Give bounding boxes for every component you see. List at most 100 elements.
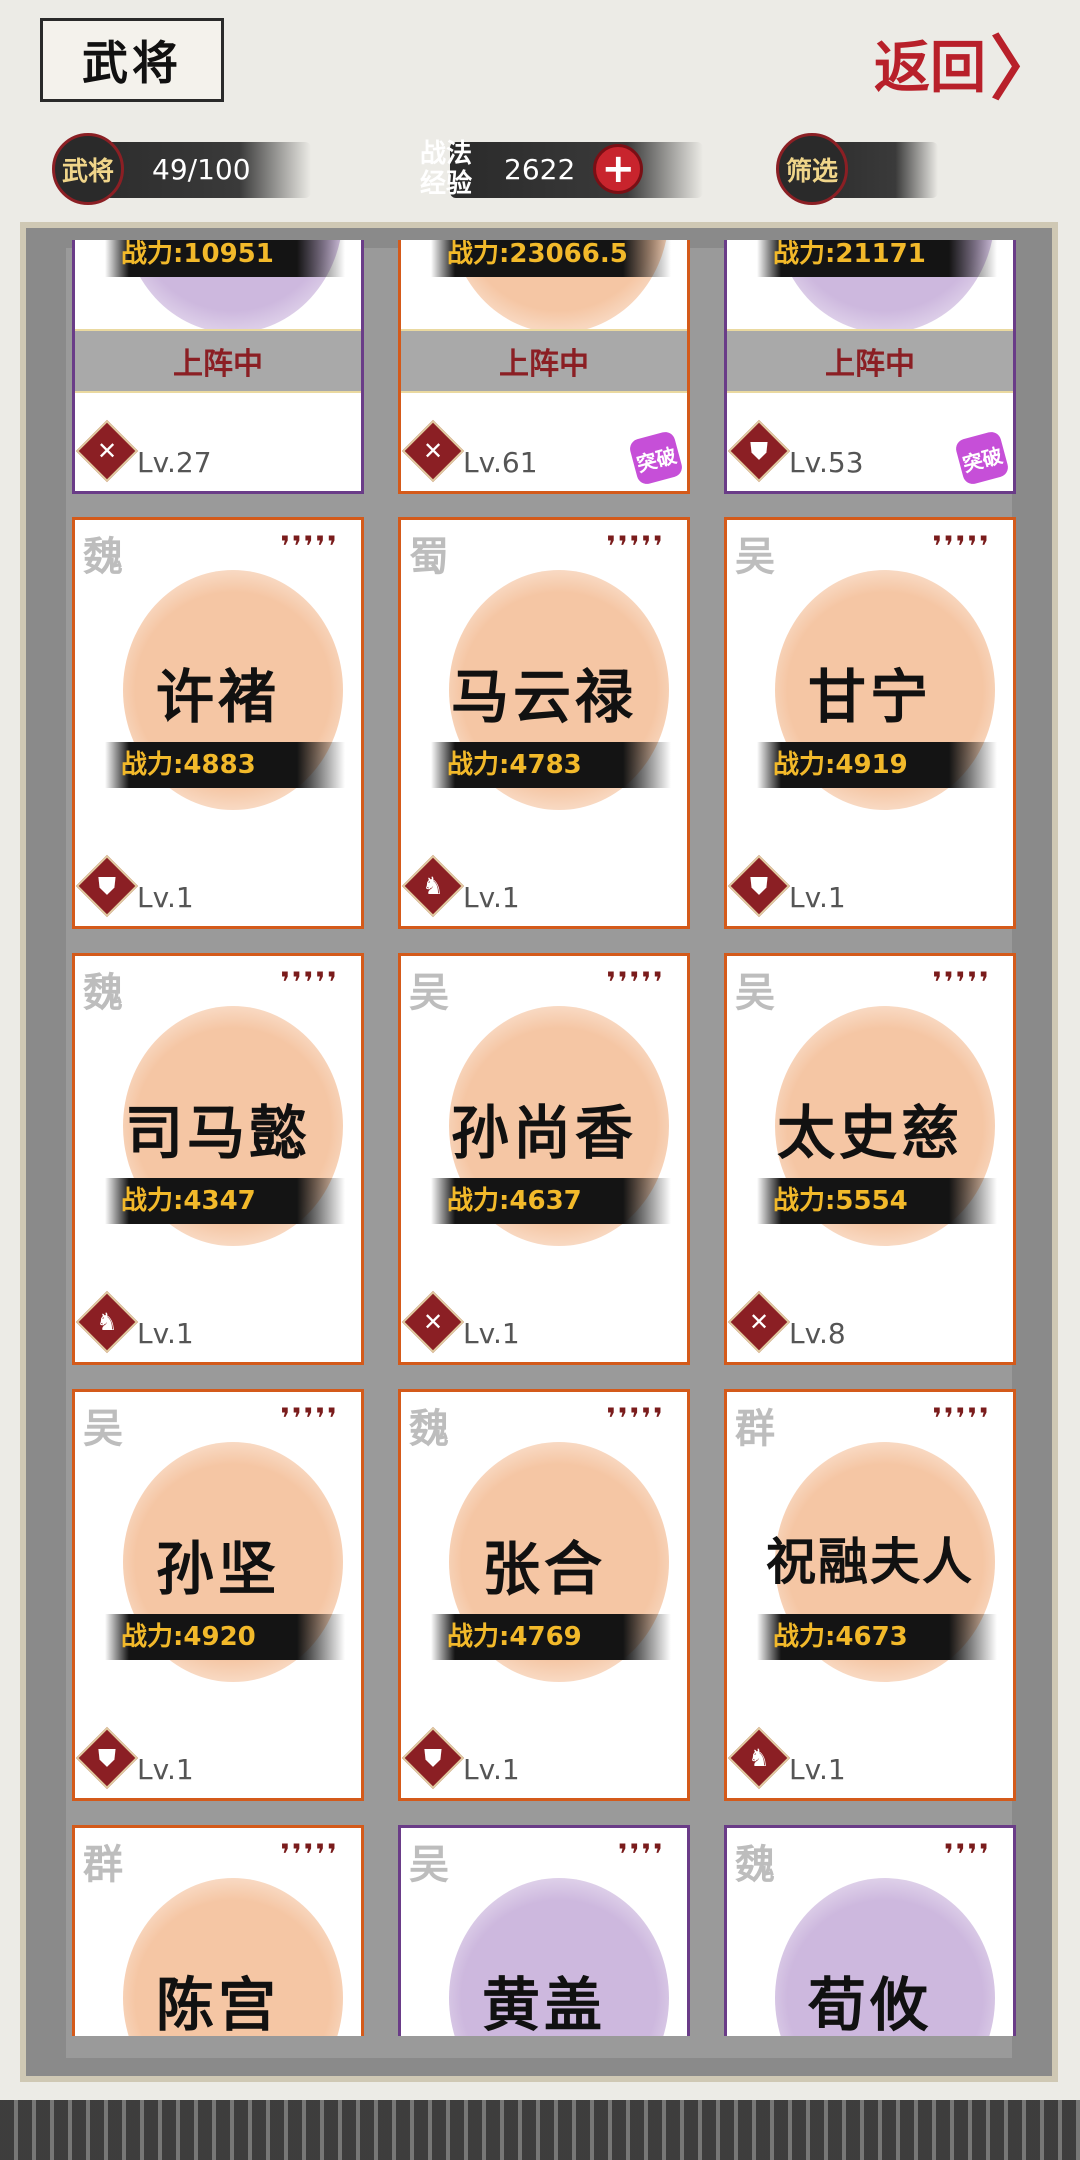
star-rating: ❜❜❜❜❜	[932, 530, 991, 563]
general-level: Lv.1	[463, 1753, 520, 1786]
star-rating: ❜❜❜❜❜	[932, 1402, 991, 1435]
horse-icon: ♞	[748, 1744, 770, 1772]
add-exp-button[interactable]: +	[593, 144, 644, 194]
general-name: 荀攸	[807, 1971, 932, 2036]
generals-badge-icon: 武将	[52, 133, 124, 205]
faction-label: 吴	[735, 533, 775, 580]
general-card[interactable]: 魏 ❜❜❜❜❜ 张合 战力:4769 ⛊ Lv.1	[398, 1389, 690, 1801]
tactic-exp-value: 2622	[504, 152, 576, 186]
general-power: 战力:4783	[431, 742, 671, 788]
shield-icon: ⛊	[750, 872, 768, 900]
shield-icon: ⛊	[98, 872, 116, 900]
crossed-swords-icon: ✕	[748, 1308, 770, 1336]
general-power: 战力:4347	[105, 1178, 345, 1224]
tactic-exp-stat: 战法 经验 2622 +	[410, 132, 704, 206]
faction-label: 群	[735, 1405, 775, 1452]
general-card[interactable]: 蜀 ❜❜❜❜❜ 马云禄 战力:4783 ♞ Lv.1	[398, 517, 690, 929]
star-rating: ❜❜❜❜❜	[280, 1402, 339, 1435]
back-button[interactable]: 返回 〉	[860, 18, 1060, 110]
generals-count: 49/100	[152, 152, 251, 186]
general-level: Lv.53	[789, 446, 864, 479]
filter-badge-icon: 筛选	[776, 133, 848, 205]
shield-icon: ⛊	[424, 1744, 442, 1772]
general-card[interactable]: 周瑜 战力:23066.5 上阵中 ✕ Lv.61 突破	[398, 240, 690, 494]
general-power: 战力:4883	[105, 742, 345, 788]
general-power: 战力:5554	[757, 1178, 997, 1224]
general-level: Lv.61	[463, 446, 538, 479]
breakthrough-badge: 突破	[627, 429, 685, 487]
star-rating: ❜❜❜❜❜	[280, 966, 339, 999]
faction-label: 吴	[409, 969, 449, 1016]
star-rating: ❜❜❜❜❜	[606, 966, 665, 999]
faction-label: 魏	[409, 1405, 449, 1452]
star-rating: ❜❜❜❜❜	[606, 530, 665, 563]
general-card[interactable]: 吴 ❜❜❜❜ 黄盖	[398, 1825, 690, 2036]
general-level: Lv.1	[137, 1317, 194, 1350]
general-card[interactable]: 吴 ❜❜❜❜❜ 孙尚香 战力:4637 ✕ Lv.1	[398, 953, 690, 1365]
page-title: 武将	[40, 18, 224, 102]
general-card[interactable]: 群 ❜❜❜❜❜ 陈宫	[72, 1825, 364, 2036]
star-rating: ❜❜❜❜❜	[280, 530, 339, 563]
crossed-swords-icon: ✕	[96, 437, 118, 465]
general-grid[interactable]: 周姬 战力:10951 上阵中 ✕ Lv.27 周瑜 战力:23066.5 上阵…	[72, 240, 1016, 2036]
tactic-exp-label: 战法 经验	[419, 139, 472, 199]
star-rating: ❜❜❜❜	[618, 1838, 665, 1871]
general-level: Lv.1	[137, 1753, 194, 1786]
general-level: Lv.27	[137, 446, 212, 479]
general-name: 黄盖	[481, 1971, 606, 2036]
general-power: 战力:4919	[757, 742, 997, 788]
general-power: 战力:4637	[431, 1178, 671, 1224]
faction-label: 吴	[735, 969, 775, 1016]
crossed-swords-icon: ✕	[422, 1308, 444, 1336]
general-card[interactable]: 群 ❜❜❜❜❜ 祝融夫人 战力:4673 ♞ Lv.1	[724, 1389, 1016, 1801]
shield-icon: ⛊	[98, 1744, 116, 1772]
deployed-status: 上阵中	[727, 329, 1013, 393]
general-power: 战力:4673	[757, 1614, 997, 1660]
general-level: Lv.1	[463, 1317, 520, 1350]
general-card[interactable]: 吴 ❜❜❜❜❜ 甘宁 战力:4919 ⛊ Lv.1	[724, 517, 1016, 929]
faction-label: 魏	[83, 533, 123, 580]
horse-icon: ♞	[422, 872, 444, 900]
star-rating: ❜❜❜❜❜	[606, 1402, 665, 1435]
general-level: Lv.8	[789, 1317, 846, 1350]
general-name: 太史慈	[776, 1099, 963, 1167]
general-card[interactable]: 魏 ❜❜❜❜❜ 司马懿 战力:4347 ♞ Lv.1	[72, 953, 364, 1365]
deployed-status: 上阵中	[75, 329, 361, 393]
faction-label: 吴	[409, 1841, 449, 1888]
chevron-right-icon: 〉	[990, 26, 1060, 110]
general-power: 战力:23066.5	[431, 240, 671, 277]
general-power: 战力:21171	[757, 240, 997, 277]
general-card[interactable]: 魏 ❜❜❜❜❜ 许褚 战力:4883 ⛊ Lv.1	[72, 517, 364, 929]
general-level: Lv.1	[137, 881, 194, 914]
general-power: 战力:10951	[105, 240, 345, 277]
general-name: 许褚	[155, 663, 280, 731]
general-card[interactable]: 魏 ❜❜❜❜ 荀攸	[724, 1825, 1016, 2036]
general-name: 陈宫	[155, 1971, 280, 2036]
general-card[interactable]: 周姬 战力:10951 上阵中 ✕ Lv.27	[72, 240, 364, 494]
shield-icon: ⛊	[750, 437, 768, 465]
faction-label: 吴	[83, 1405, 123, 1452]
general-level: Lv.1	[789, 881, 846, 914]
bottom-decoration	[0, 2100, 1080, 2160]
general-card[interactable]: 吴 ❜❜❜❜❜ 孙坚 战力:4920 ⛊ Lv.1	[72, 1389, 364, 1801]
breakthrough-badge: 突破	[953, 429, 1011, 487]
faction-label: 蜀	[409, 533, 449, 580]
general-card[interactable]: 张绣 战力:21171 上阵中 ⛊ Lv.53 突破	[724, 240, 1016, 494]
general-name: 孙尚香	[450, 1099, 637, 1167]
horse-icon: ♞	[96, 1308, 118, 1336]
general-level: Lv.1	[789, 1753, 846, 1786]
general-name: 马云禄	[450, 663, 637, 731]
general-name: 司马懿	[124, 1099, 311, 1167]
general-name: 祝融夫人	[766, 1532, 974, 1591]
crossed-swords-icon: ✕	[422, 437, 444, 465]
general-level: Lv.1	[463, 881, 520, 914]
filter-button[interactable]: 筛选	[776, 132, 938, 206]
general-power: 战力:4920	[105, 1614, 345, 1660]
general-name: 甘宁	[807, 663, 932, 731]
general-name: 张合	[481, 1535, 606, 1603]
generals-count-stat: 武将 49/100	[52, 132, 311, 206]
general-card[interactable]: 吴 ❜❜❜❜❜ 太史慈 战力:5554 ✕ Lv.8	[724, 953, 1016, 1365]
faction-label: 魏	[735, 1841, 775, 1888]
back-label: 返回	[874, 34, 986, 101]
general-name: 孙坚	[155, 1535, 280, 1603]
